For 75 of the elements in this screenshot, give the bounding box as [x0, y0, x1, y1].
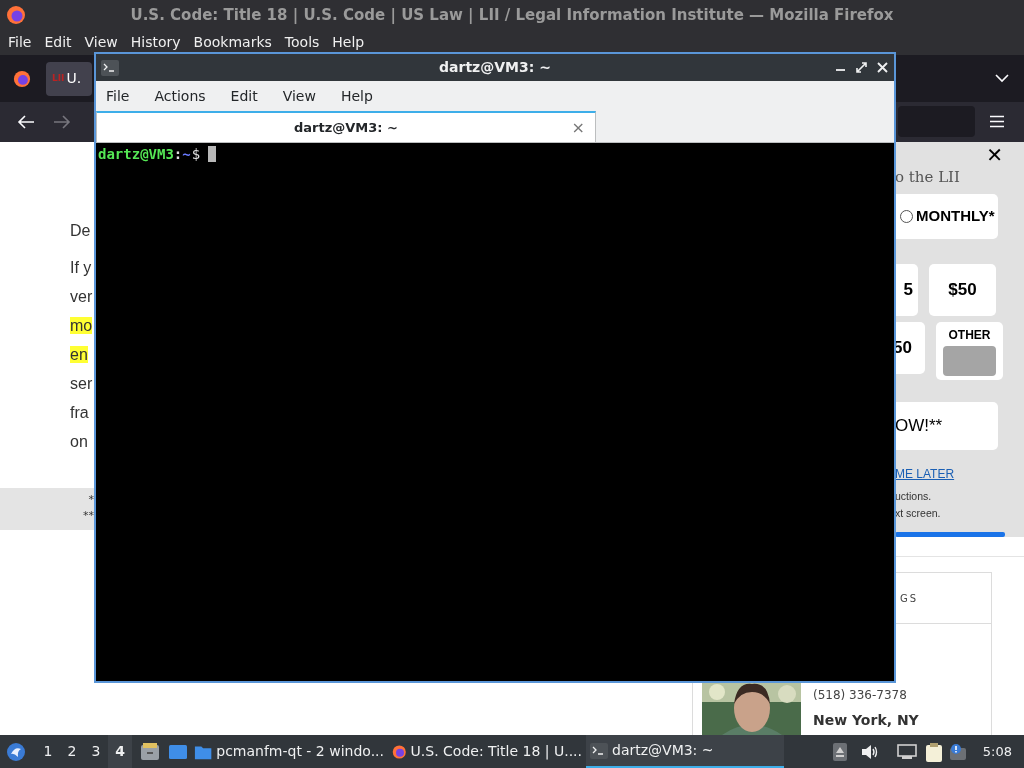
text-cursor — [208, 146, 217, 162]
maximize-icon[interactable] — [856, 62, 867, 73]
prompt-separator: : — [173, 145, 183, 163]
menu-item[interactable]: File — [106, 85, 130, 107]
note-text: uctions. — [895, 489, 933, 504]
back-arrow-icon[interactable] — [17, 114, 35, 130]
taskbar-button[interactable]: pcmanfm-qt - 2 windo... — [190, 735, 388, 768]
other-label: OTHER — [948, 327, 991, 344]
menu-item[interactable]: Actions — [154, 85, 206, 107]
menu-item[interactable]: Tools — [284, 32, 320, 53]
option-label: MONTHLY* — [916, 206, 995, 227]
terminal-icon — [590, 742, 608, 759]
firefox-logo-icon — [6, 5, 26, 25]
menu-item[interactable]: View — [84, 32, 118, 53]
menu-item[interactable]: Bookmarks — [193, 32, 272, 53]
text-fragment: en — [70, 346, 88, 363]
taskbar-button[interactable]: U.S. Code: Title 18 | U.... — [388, 735, 586, 768]
donation-heading: o the LII — [895, 167, 961, 187]
tab-label: U. — [66, 69, 82, 88]
menu-item[interactable]: File — [8, 32, 32, 53]
menu-item[interactable]: Edit — [230, 85, 258, 107]
terminal-icon — [101, 59, 119, 76]
menu-item[interactable]: History — [130, 32, 181, 53]
chevron-down-icon[interactable] — [995, 73, 1009, 83]
close-button[interactable]: ✕ — [986, 144, 1003, 166]
remind-later-link[interactable]: ME LATER — [895, 466, 1024, 482]
clock: 5:08 — [982, 742, 1012, 761]
tab-close-button[interactable]: × — [571, 115, 585, 140]
desktop-icon[interactable] — [168, 742, 188, 761]
donate-button[interactable]: OW!** — [895, 402, 998, 450]
workspace-button[interactable]: 2 — [60, 735, 84, 768]
workspace-button[interactable]: 1 — [36, 735, 60, 768]
taskbar-button[interactable]: dartz@VM3: ~ — [586, 735, 784, 768]
text-fragment: ser — [70, 375, 93, 392]
start-menu-icon[interactable] — [6, 741, 26, 762]
menu-item[interactable]: Edit — [44, 32, 72, 53]
eject-icon[interactable] — [832, 742, 847, 761]
menu-item[interactable]: View — [282, 85, 316, 107]
footnote-mark: ** — [83, 508, 94, 524]
text-fragment: on — [70, 433, 88, 450]
text-fragment: De — [70, 222, 91, 239]
text-fragment: If y — [70, 259, 92, 276]
menu-item[interactable]: Help — [332, 32, 365, 53]
menu-item[interactable]: Help — [340, 85, 373, 107]
phone-number: (518) 336-7378 — [813, 687, 908, 704]
workspace-button[interactable]: 3 — [84, 735, 108, 768]
listing-heading: GS — [900, 591, 919, 606]
window-title: dartz@VM3: ~ — [439, 58, 551, 77]
terminal-tab[interactable]: dartz@VM3: ~ × — [96, 111, 596, 142]
file-cabinet-icon[interactable] — [140, 742, 160, 761]
amount-tile[interactable]: 5 — [895, 264, 918, 316]
network-icon[interactable] — [896, 743, 917, 760]
text-fragment: mo — [70, 317, 93, 334]
text-fragment: ver — [70, 288, 93, 305]
forward-arrow-icon[interactable] — [53, 114, 71, 130]
footnote-mark: * — [88, 492, 94, 508]
clipboard-icon[interactable] — [924, 741, 943, 762]
prompt-path: ~ — [182, 145, 191, 163]
amount-label: 5 — [903, 279, 913, 302]
city-label: New York, NY — [813, 711, 919, 730]
text-fragment: fra — [70, 404, 89, 421]
close-icon[interactable] — [877, 62, 888, 73]
amount-input-field[interactable] — [943, 346, 996, 376]
favicon: LII — [52, 71, 65, 85]
firefox-logo-icon[interactable] — [13, 69, 31, 88]
amount-label: $50 — [948, 279, 977, 302]
prompt-symbol: $ — [191, 145, 201, 163]
frequency-option[interactable]: MONTHLY* — [895, 194, 998, 239]
notification-icon[interactable] — [948, 742, 967, 761]
amount-tile[interactable]: $50 — [929, 264, 996, 316]
menu-icon[interactable] — [990, 115, 1004, 128]
window-title: U.S. Code: Title 18 | U.S. Code | US Law | LII / Legal Information Institute — Mozilla Firefox — [130, 4, 894, 26]
workspace-button[interactable]: 4 — [108, 735, 132, 768]
speaker-icon[interactable] — [860, 743, 879, 760]
prompt-user: dartz@VM3 — [98, 145, 174, 163]
